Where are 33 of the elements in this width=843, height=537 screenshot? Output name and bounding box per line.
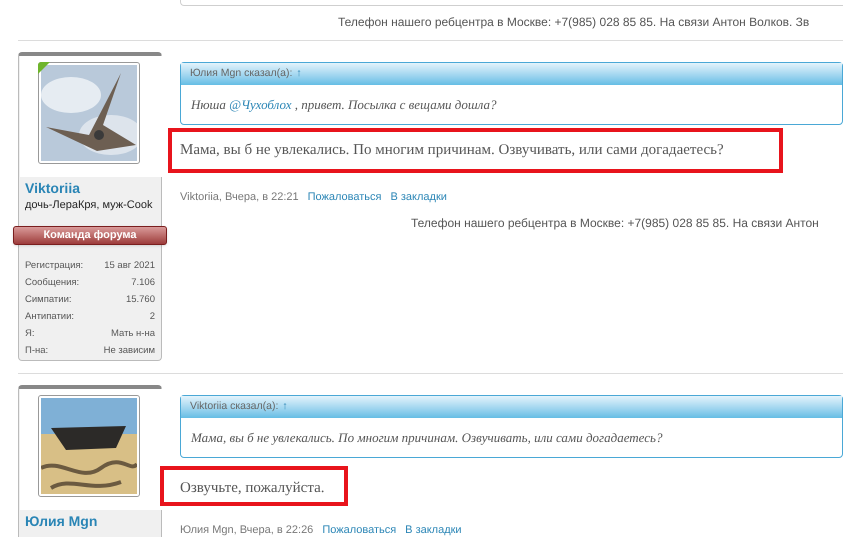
post-action-link[interactable]: Пожаловаться xyxy=(322,524,396,536)
role-banner: Команда форума xyxy=(13,226,167,245)
jump-arrow-link[interactable]: ↑ xyxy=(296,66,302,82)
user-title: дочь-ЛераКря, муж-Cook xyxy=(25,198,154,213)
stat-value: 2 xyxy=(150,310,155,324)
stat-value: 7.106 xyxy=(131,276,155,290)
stat-label: Регистрация: xyxy=(25,259,84,273)
quote-text: Мама, вы б не увлекались. По многим причинам. Озвучивать, или сами догадаетесь? xyxy=(190,429,664,447)
mention-link[interactable]: @Чухоблох xyxy=(229,97,292,112)
message-text: Мама, вы б не увлекались. По многим причинам. Озвучивать, или сами догадаетесь? xyxy=(180,141,724,159)
stat-value: 15.760 xyxy=(126,293,155,307)
stat-label: Симпатии: xyxy=(25,293,72,307)
quote-author: Юлия Mgn сказал(а): xyxy=(190,66,292,82)
stat-value: Мать н-на xyxy=(111,327,155,341)
stat-label: Сообщения: xyxy=(25,276,80,290)
quote-text: Нюша @Чухоблох , привет. Посылка с вещами дошла? xyxy=(190,96,498,114)
signature-text: Телефон нашего ребцентра в Москве: +7(985) 028 85 85. На связи Антон xyxy=(411,215,820,232)
message-text: Озвучьте, пожалуйста. xyxy=(180,479,324,497)
post-action-link[interactable]: В закладки xyxy=(405,524,462,536)
post-action-link[interactable]: Пожаловаться xyxy=(308,191,382,203)
stat-label: Антипатии: xyxy=(25,310,74,324)
stat-label: П-на: xyxy=(25,344,48,358)
jump-arrow-link[interactable]: ↑ xyxy=(282,399,288,415)
stat-value: 15 авг 2021 xyxy=(104,259,155,273)
post-meta: Viktoriia, Вчера, в 22:21 xyxy=(180,191,299,203)
signature-text: Телефон нашего ребцентра в Москве: +7(985) 028 85 85. На связи Антон Волков. Зв xyxy=(338,14,810,31)
stat-label: Я: xyxy=(25,327,34,341)
post-meta: Юлия Mgn, Вчера, в 22:26 xyxy=(180,524,314,536)
quote-author: Viktoriia сказал(а): xyxy=(190,399,278,414)
post-action-link[interactable]: В закладки xyxy=(390,191,447,203)
username-link[interactable]: Viktoriia xyxy=(25,178,80,199)
username-link[interactable]: Юлия Mgn xyxy=(25,511,98,532)
stat-value: Не зависим xyxy=(104,344,155,358)
